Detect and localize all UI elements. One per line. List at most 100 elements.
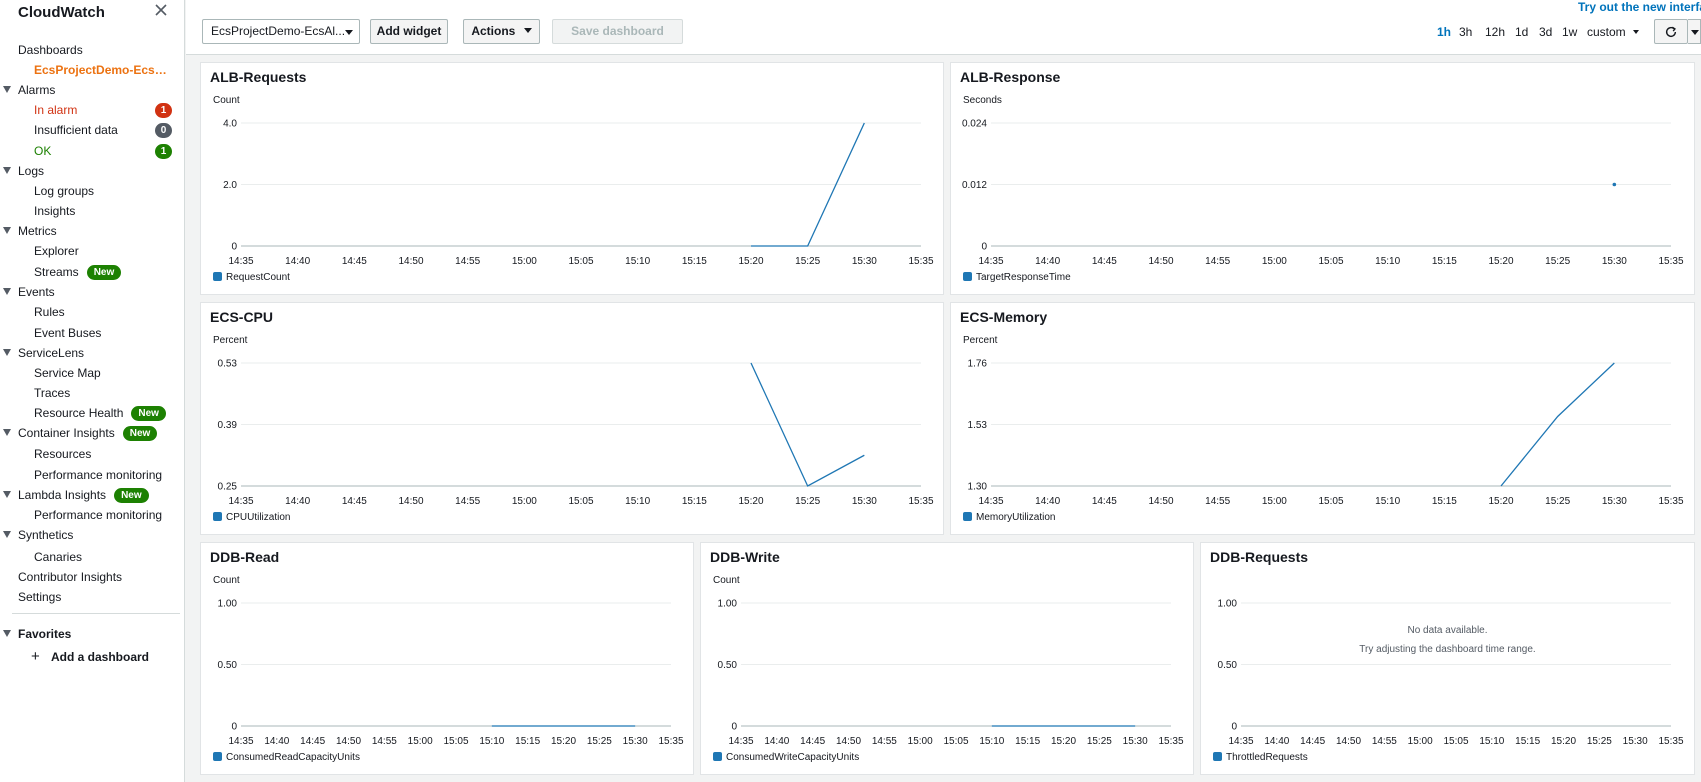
y-tick-label: 0.50	[218, 660, 238, 671]
dashboard-select[interactable]: EcsProjectDemo-EcsAl...	[202, 19, 360, 44]
sidebar-item-service-map[interactable]: Service Map	[0, 363, 184, 383]
widget-ddb-requests[interactable]: DDB-Requests 1.00 0.50 0 14:35 14:40 14:45 14:5…	[1200, 542, 1695, 775]
actions-button[interactable]: Actions	[463, 19, 540, 44]
try-new-interface-link[interactable]: Try out the new interface	[1578, 0, 1701, 14]
legend-item[interactable]: ThrottledRequests	[1213, 752, 1308, 763]
sidebar-item-label: Traces	[34, 386, 71, 400]
sidebar: CloudWatch Dashboards EcsProjectDemo-EcsA…	[0, 0, 185, 782]
x-tick-label: 15:05	[568, 496, 593, 507]
x-tick-label: 15:00	[408, 736, 433, 747]
caret-down-icon[interactable]	[3, 86, 11, 93]
add-dashboard-link[interactable]: + Add a dashboard	[0, 647, 184, 667]
sidebar-item-resource-health[interactable]: Resource Health New	[0, 403, 184, 423]
widget-ddb-write[interactable]: DDB-Write Count 1.00 0.50 0 14:35 14:40 14:45 14…	[700, 542, 1194, 775]
x-tick-label: 15:15	[515, 736, 540, 747]
x-tick-label: 15:30	[1123, 736, 1148, 747]
legend-item[interactable]: MemoryUtilization	[963, 512, 1055, 523]
favorites-section[interactable]: Favorites	[0, 624, 184, 644]
caret-down-icon[interactable]	[3, 227, 11, 234]
y-tick-label: 0	[231, 242, 237, 253]
sidebar-item-settings[interactable]: Settings	[0, 587, 184, 607]
plus-icon: +	[31, 648, 40, 665]
sidebar-item-label: Insufficient data	[34, 123, 118, 137]
sidebar-item-lambda-insights[interactable]: Lambda Insights New	[0, 485, 184, 505]
time-range-1d[interactable]: 1d	[1515, 25, 1528, 39]
sidebar-item-container-insights[interactable]: Container Insights New	[0, 423, 184, 443]
sidebar-item-canaries[interactable]: Canaries	[0, 547, 184, 567]
x-tick-label: 15:25	[587, 736, 612, 747]
dashboard-toolbar: EcsProjectDemo-EcsAl... Add widget Actio…	[186, 0, 1701, 55]
sidebar-item-servicelens[interactable]: ServiceLens	[0, 343, 184, 363]
caret-down-icon[interactable]	[3, 167, 11, 174]
refresh-button[interactable]	[1654, 19, 1688, 44]
chart-plot: 1.76 1.53 1.30 14:35 14:40 14:45 14:50 14:55 15:…	[968, 359, 1684, 508]
custom-range-button[interactable]: custom	[1587, 25, 1640, 39]
x-tick-label: 15:35	[658, 736, 683, 747]
caret-down-icon[interactable]	[3, 531, 11, 538]
time-range-1w[interactable]: 1w	[1562, 25, 1577, 39]
sidebar-item-streams[interactable]: Streams New	[0, 262, 184, 282]
sidebar-item-events[interactable]: Events	[0, 282, 184, 302]
sidebar-item-event-buses[interactable]: Event Buses	[0, 323, 184, 343]
caret-down-icon[interactable]	[3, 288, 11, 295]
sidebar-item-in-alarm[interactable]: In alarm 1	[0, 100, 184, 120]
x-tick-label: 14:40	[1035, 256, 1060, 267]
sidebar-item-explorer[interactable]: Explorer	[0, 241, 184, 261]
legend-item[interactable]: TargetResponseTime	[963, 272, 1071, 283]
widget-ecs-cpu[interactable]: ECS-CPU Percent 0.53 0.39 0.25 14:35 14:40 14:4…	[200, 302, 944, 535]
x-tick-label: 14:35	[978, 496, 1003, 507]
widget-alb-response[interactable]: ALB-Response Seconds 0.024 0.012 0 14:35 14:40…	[950, 62, 1695, 295]
sidebar-item-label: EcsProjectDemo-EcsAlbDashboard	[34, 63, 174, 77]
caret-down-icon[interactable]	[3, 349, 11, 356]
sidebar-item-logs[interactable]: Logs	[0, 161, 184, 181]
x-tick-label: 15:30	[852, 256, 877, 267]
sidebar-item-ok[interactable]: OK 1	[0, 141, 184, 161]
legend-swatch	[213, 752, 222, 761]
caret-down-icon[interactable]	[3, 429, 11, 436]
data-point[interactable]	[1612, 182, 1617, 187]
sidebar-item-label: In alarm	[34, 103, 78, 117]
time-range-12h[interactable]: 12h	[1485, 25, 1505, 39]
x-tick-label: 15:05	[1443, 736, 1468, 747]
sidebar-item-metrics[interactable]: Metrics	[0, 221, 184, 241]
x-tick-label: 15:30	[852, 496, 877, 507]
sidebar-item-insights[interactable]: Insights	[0, 201, 184, 221]
sidebar-item-synthetics[interactable]: Synthetics	[0, 525, 184, 545]
sidebar-item-ecsprojectdemo-ecsalbdashboard[interactable]: EcsProjectDemo-EcsAlbDashboard	[0, 60, 184, 80]
time-range-3d[interactable]: 3d	[1539, 25, 1552, 39]
legend-item[interactable]: ConsumedReadCapacityUnits	[213, 752, 360, 763]
sidebar-item-resources[interactable]: Resources	[0, 444, 184, 464]
sidebar-item-label: Log groups	[34, 184, 95, 198]
sidebar-item-rules[interactable]: Rules	[0, 302, 184, 322]
x-tick-label: 14:35	[978, 256, 1003, 267]
time-range-3h[interactable]: 3h	[1459, 25, 1472, 39]
save-dashboard-button[interactable]: Save dashboard	[552, 19, 683, 44]
legend-item[interactable]: RequestCount	[213, 272, 290, 283]
sidebar-item-performance-monitoring[interactable]: Performance monitoring	[0, 505, 184, 525]
sidebar-item-insufficient-data[interactable]: Insufficient data 0	[0, 120, 184, 140]
add-widget-button[interactable]: Add widget	[370, 19, 448, 44]
caret-down-icon[interactable]	[3, 491, 11, 498]
legend-item[interactable]: ConsumedWriteCapacityUnits	[713, 752, 859, 763]
widget-ddb-read[interactable]: DDB-Read Count 1.00 0.50 0 14:35 14:40 14:45 14:…	[200, 542, 694, 775]
close-icon[interactable]	[153, 2, 169, 18]
y-tick-label: 0	[1231, 722, 1237, 733]
sidebar-item-performance-monitoring[interactable]: Performance monitoring	[0, 465, 184, 485]
sidebar-item-contributor-insights[interactable]: Contributor Insights	[0, 567, 184, 587]
refresh-options-button[interactable]	[1688, 19, 1701, 44]
sidebar-item-log-groups[interactable]: Log groups	[0, 181, 184, 201]
x-tick-label: 15:10	[1375, 496, 1400, 507]
x-tick-label: 14:45	[1092, 256, 1117, 267]
sidebar-item-dashboards[interactable]: Dashboards	[0, 40, 184, 60]
legend-item[interactable]: CPUUtilization	[213, 512, 290, 523]
caret-down-icon[interactable]	[3, 630, 11, 637]
y-tick-label: 2.0	[223, 180, 237, 191]
sidebar-item-alarms[interactable]: Alarms	[0, 80, 184, 100]
sidebar-item-traces[interactable]: Traces	[0, 383, 184, 403]
widget-ecs-memory[interactable]: ECS-Memory Percent 1.76 1.53 1.30 14:35 14:40 1…	[950, 302, 1695, 535]
no-data-hint: Try adjusting the dashboard time range.	[1359, 644, 1536, 655]
count-badge: 0	[155, 123, 172, 138]
time-range-1h[interactable]: 1h	[1437, 25, 1451, 39]
chart-plot: 1.00 0.50 0 14:35 14:40 14:45 14:50 14:55 15:00 1…	[218, 599, 684, 748]
widget-alb-requests[interactable]: ALB-Requests Count 4.0 2.0 0 14:35 14:40 14:45 1…	[200, 62, 944, 295]
